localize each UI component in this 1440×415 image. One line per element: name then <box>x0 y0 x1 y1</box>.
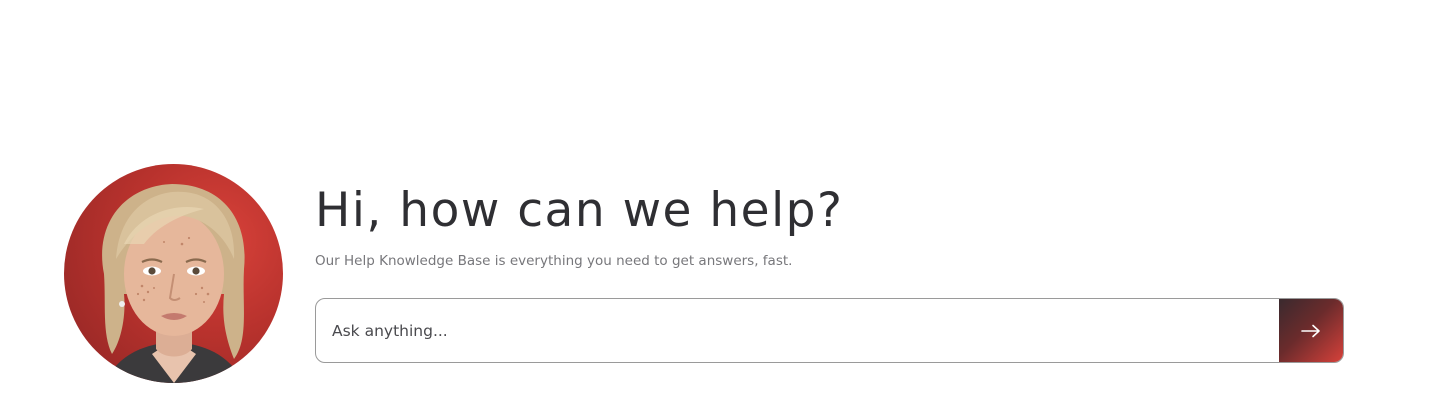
search-input[interactable] <box>316 299 1279 362</box>
help-hero: Hi, how can we help? Our Help Knowledge … <box>0 0 1440 415</box>
page-title: Hi, how can we help? <box>315 183 844 238</box>
arrow-right-icon <box>1301 324 1320 337</box>
search-submit-button[interactable] <box>1279 299 1343 362</box>
hero-content: Hi, how can we help? Our Help Knowledge … <box>315 180 1345 363</box>
search-bar <box>315 298 1344 363</box>
page-subtitle: Our Help Knowledge Base is everything yo… <box>315 253 793 269</box>
support-agent-portrait <box>102 184 245 383</box>
support-avatar <box>64 164 283 383</box>
